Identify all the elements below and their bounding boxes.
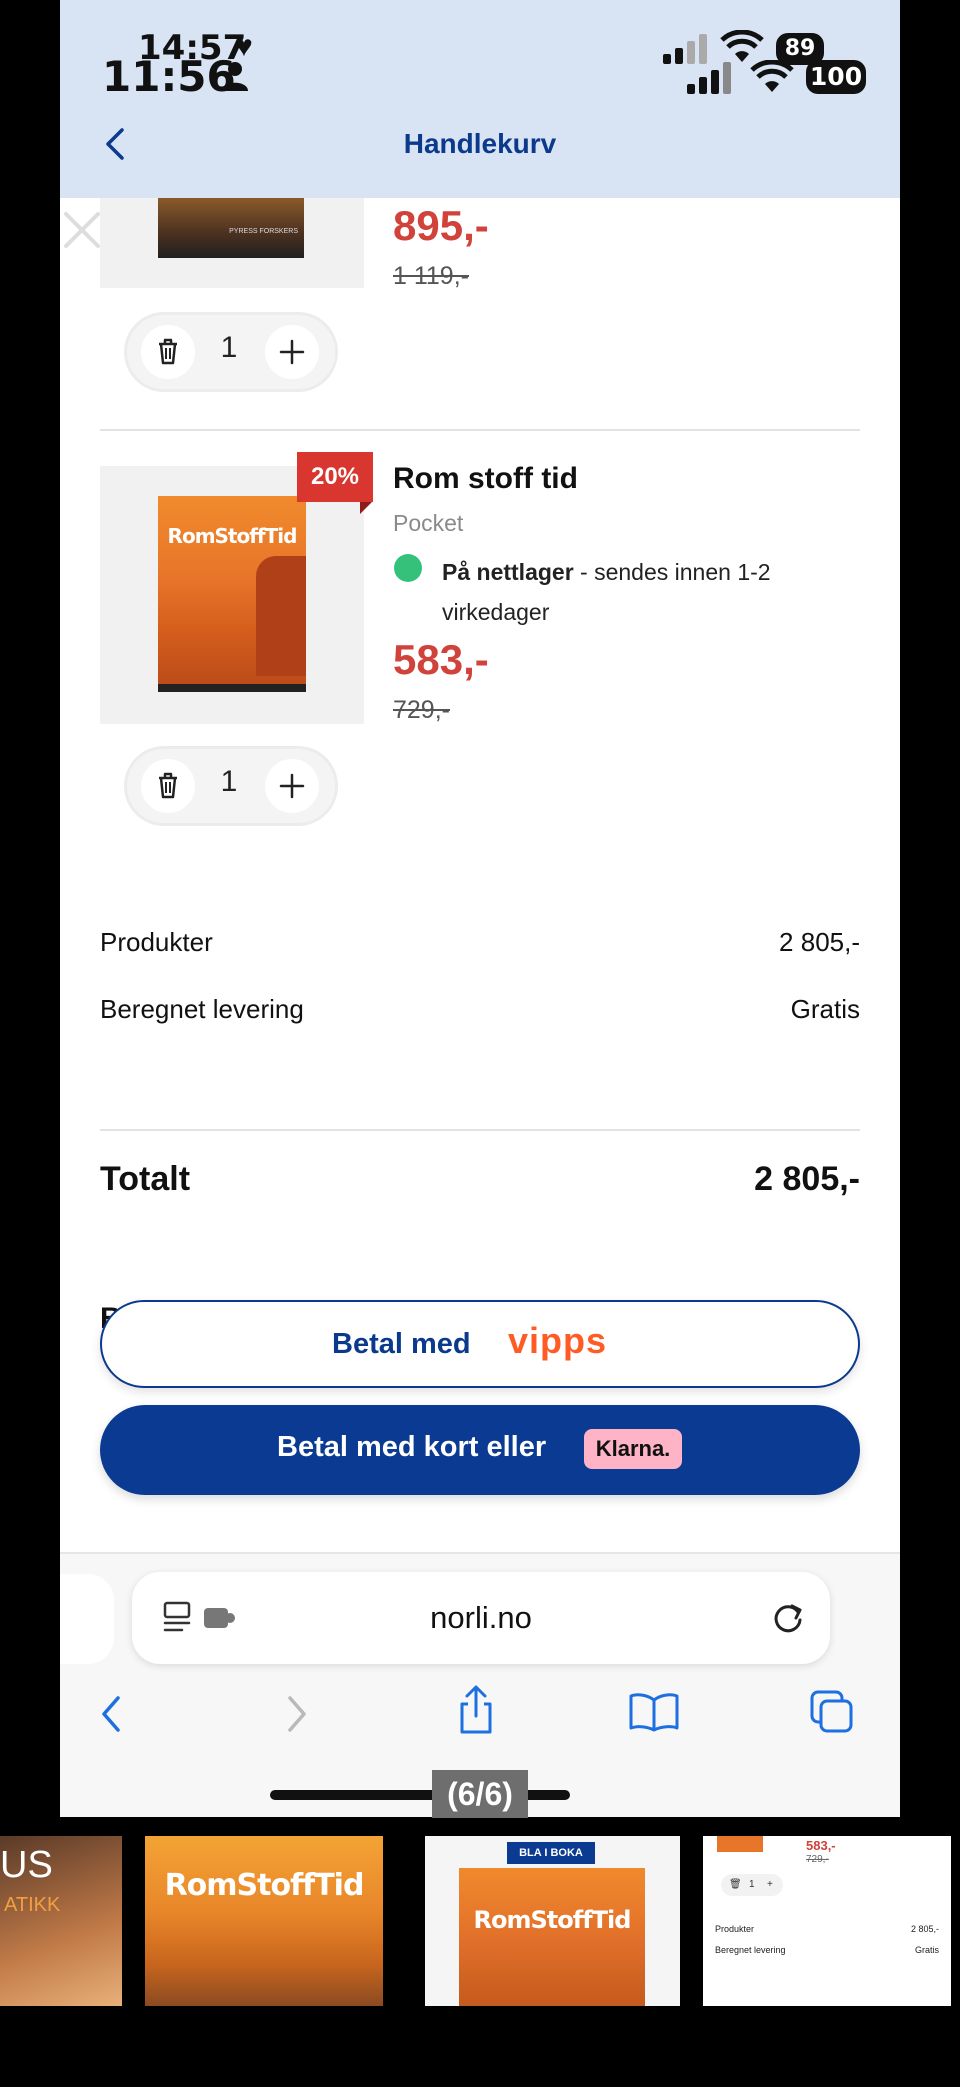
vipps-logo: vipps	[508, 1320, 608, 1361]
product-thumbnail-2[interactable]: RomStoffTid	[100, 466, 364, 724]
item-divider	[100, 429, 860, 431]
product-title-2[interactable]: Rom stoff tid	[393, 462, 578, 496]
bookmarks-icon[interactable]	[628, 1692, 680, 1732]
phone-screen: 14:57 11:56 ♥ 89 100 Handlekurv PYRESS F…	[60, 0, 900, 1817]
price-2: 583,-	[393, 636, 489, 683]
thumbnail-2[interactable]: RomStoffTid	[145, 1836, 383, 2006]
thumbnail-1[interactable]: US ATIKK	[0, 1836, 122, 2006]
cover-title-2: RomStoffTid	[167, 524, 298, 548]
thumbnail-4-delivery-value: Gratis	[914, 1945, 939, 1955]
thumbnail-4-price: 583,-	[806, 1838, 836, 1853]
thumbnail-4[interactable]: 583,- 729,- 🗑 1 + Produkter 2 805,- Bere…	[703, 1836, 951, 2006]
thumbnail-4-qty: 1	[749, 1879, 755, 1890]
badge-fold	[360, 502, 372, 514]
forward-icon[interactable]	[282, 1692, 312, 1736]
thumbnail-3-title: RomStoffTid	[473, 1906, 632, 1934]
back-nav-icon[interactable]	[96, 1692, 126, 1736]
quantity-value-1: 1	[220, 331, 238, 364]
stock-status: På nettlager - sendes innen 1-2 virkedag…	[442, 552, 842, 632]
trash-icon	[159, 338, 177, 365]
product-cover-2: RomStoffTid	[158, 496, 306, 692]
klarna-logo: Klarna.	[584, 1429, 682, 1469]
signal-icon-back	[687, 62, 731, 94]
old-price-2: 729,-	[393, 696, 450, 724]
products-value: 2 805,-	[779, 927, 860, 957]
address-bar[interactable]: norli.no	[132, 1572, 830, 1664]
image-counter: (6/6)	[432, 1770, 528, 1818]
pay-vipps-button[interactable]: Betal med vipps	[100, 1300, 860, 1388]
signal-icon	[663, 34, 707, 64]
quantity-stepper-1: 1	[124, 312, 338, 392]
stock-status-label: På nettlager	[442, 559, 574, 585]
thumbnail-1-subtext: ATIKK	[4, 1894, 61, 1916]
product-cover-1: PYRESS FORSKERS	[158, 198, 304, 258]
previous-tab-preview[interactable]	[60, 1574, 114, 1664]
thumbnail-3-badge: BLA I BOKA	[507, 1842, 595, 1864]
old-price-1: 1 119,-	[393, 262, 469, 290]
cover-title-1: PYRESS FORSKERS	[229, 228, 298, 235]
pay-card-label: Betal med kort eller	[277, 1431, 547, 1463]
thumbnail-4-products-value: 2 805,-	[910, 1924, 939, 1934]
person-icon	[222, 62, 248, 91]
product-thumbnail-1[interactable]: PYRESS FORSKERS	[100, 198, 364, 288]
price-1: 895,-	[393, 202, 489, 249]
remove-button-2[interactable]	[141, 759, 195, 813]
delivery-label: Beregnet levering	[100, 994, 304, 1024]
thumbnail-1-text: US	[0, 1844, 53, 1886]
quantity-value-2: 1	[220, 765, 238, 798]
battery-back: 100	[806, 60, 866, 94]
close-icon[interactable]	[62, 210, 102, 250]
quantity-stepper-2: 1	[124, 746, 338, 826]
share-icon[interactable]	[454, 1684, 498, 1736]
remove-button-1[interactable]	[141, 325, 195, 379]
summary-divider	[100, 1129, 860, 1131]
product-format-2: Pocket	[393, 510, 464, 536]
thumbnail-3[interactable]: BLA I BOKA RomStoffTid	[425, 1836, 680, 2006]
total-label: Totalt	[100, 1160, 191, 1198]
heart-icon: ♥	[235, 30, 253, 63]
thumbnail-4-delivery-label: Beregnet levering	[715, 1945, 786, 1955]
status-time-back: 11:56	[102, 52, 236, 101]
thumbnail-2-title: RomStoffTid	[164, 1868, 365, 1903]
total-value: 2 805,-	[754, 1160, 860, 1198]
pay-card-button[interactable]: Betal med kort eller Klarna.	[100, 1405, 860, 1495]
pay-vipps-label: Betal med	[332, 1328, 471, 1360]
increase-button-2[interactable]	[265, 759, 319, 813]
plus-icon	[279, 773, 305, 799]
delivery-value: Gratis	[790, 994, 860, 1024]
increase-button-1[interactable]	[265, 325, 319, 379]
discount-badge: 20%	[297, 452, 373, 502]
url-text: norli.no	[430, 1600, 532, 1635]
trash-icon	[159, 772, 177, 799]
tabs-icon[interactable]	[808, 1688, 856, 1736]
wifi-icon-back	[750, 60, 794, 92]
wifi-icon	[720, 30, 764, 62]
products-label: Produkter	[100, 927, 213, 957]
thumbnail-4-products-label: Produkter	[715, 1924, 755, 1934]
plus-icon	[279, 339, 305, 365]
thumbnail-4-old-price: 729,-	[806, 1854, 829, 1865]
stock-status-dot	[394, 554, 422, 582]
page-title: Handlekurv	[403, 128, 557, 159]
reload-icon[interactable]	[768, 1598, 808, 1638]
header-bar: 14:57 11:56 ♥ 89 100 Handlekurv	[60, 0, 900, 198]
